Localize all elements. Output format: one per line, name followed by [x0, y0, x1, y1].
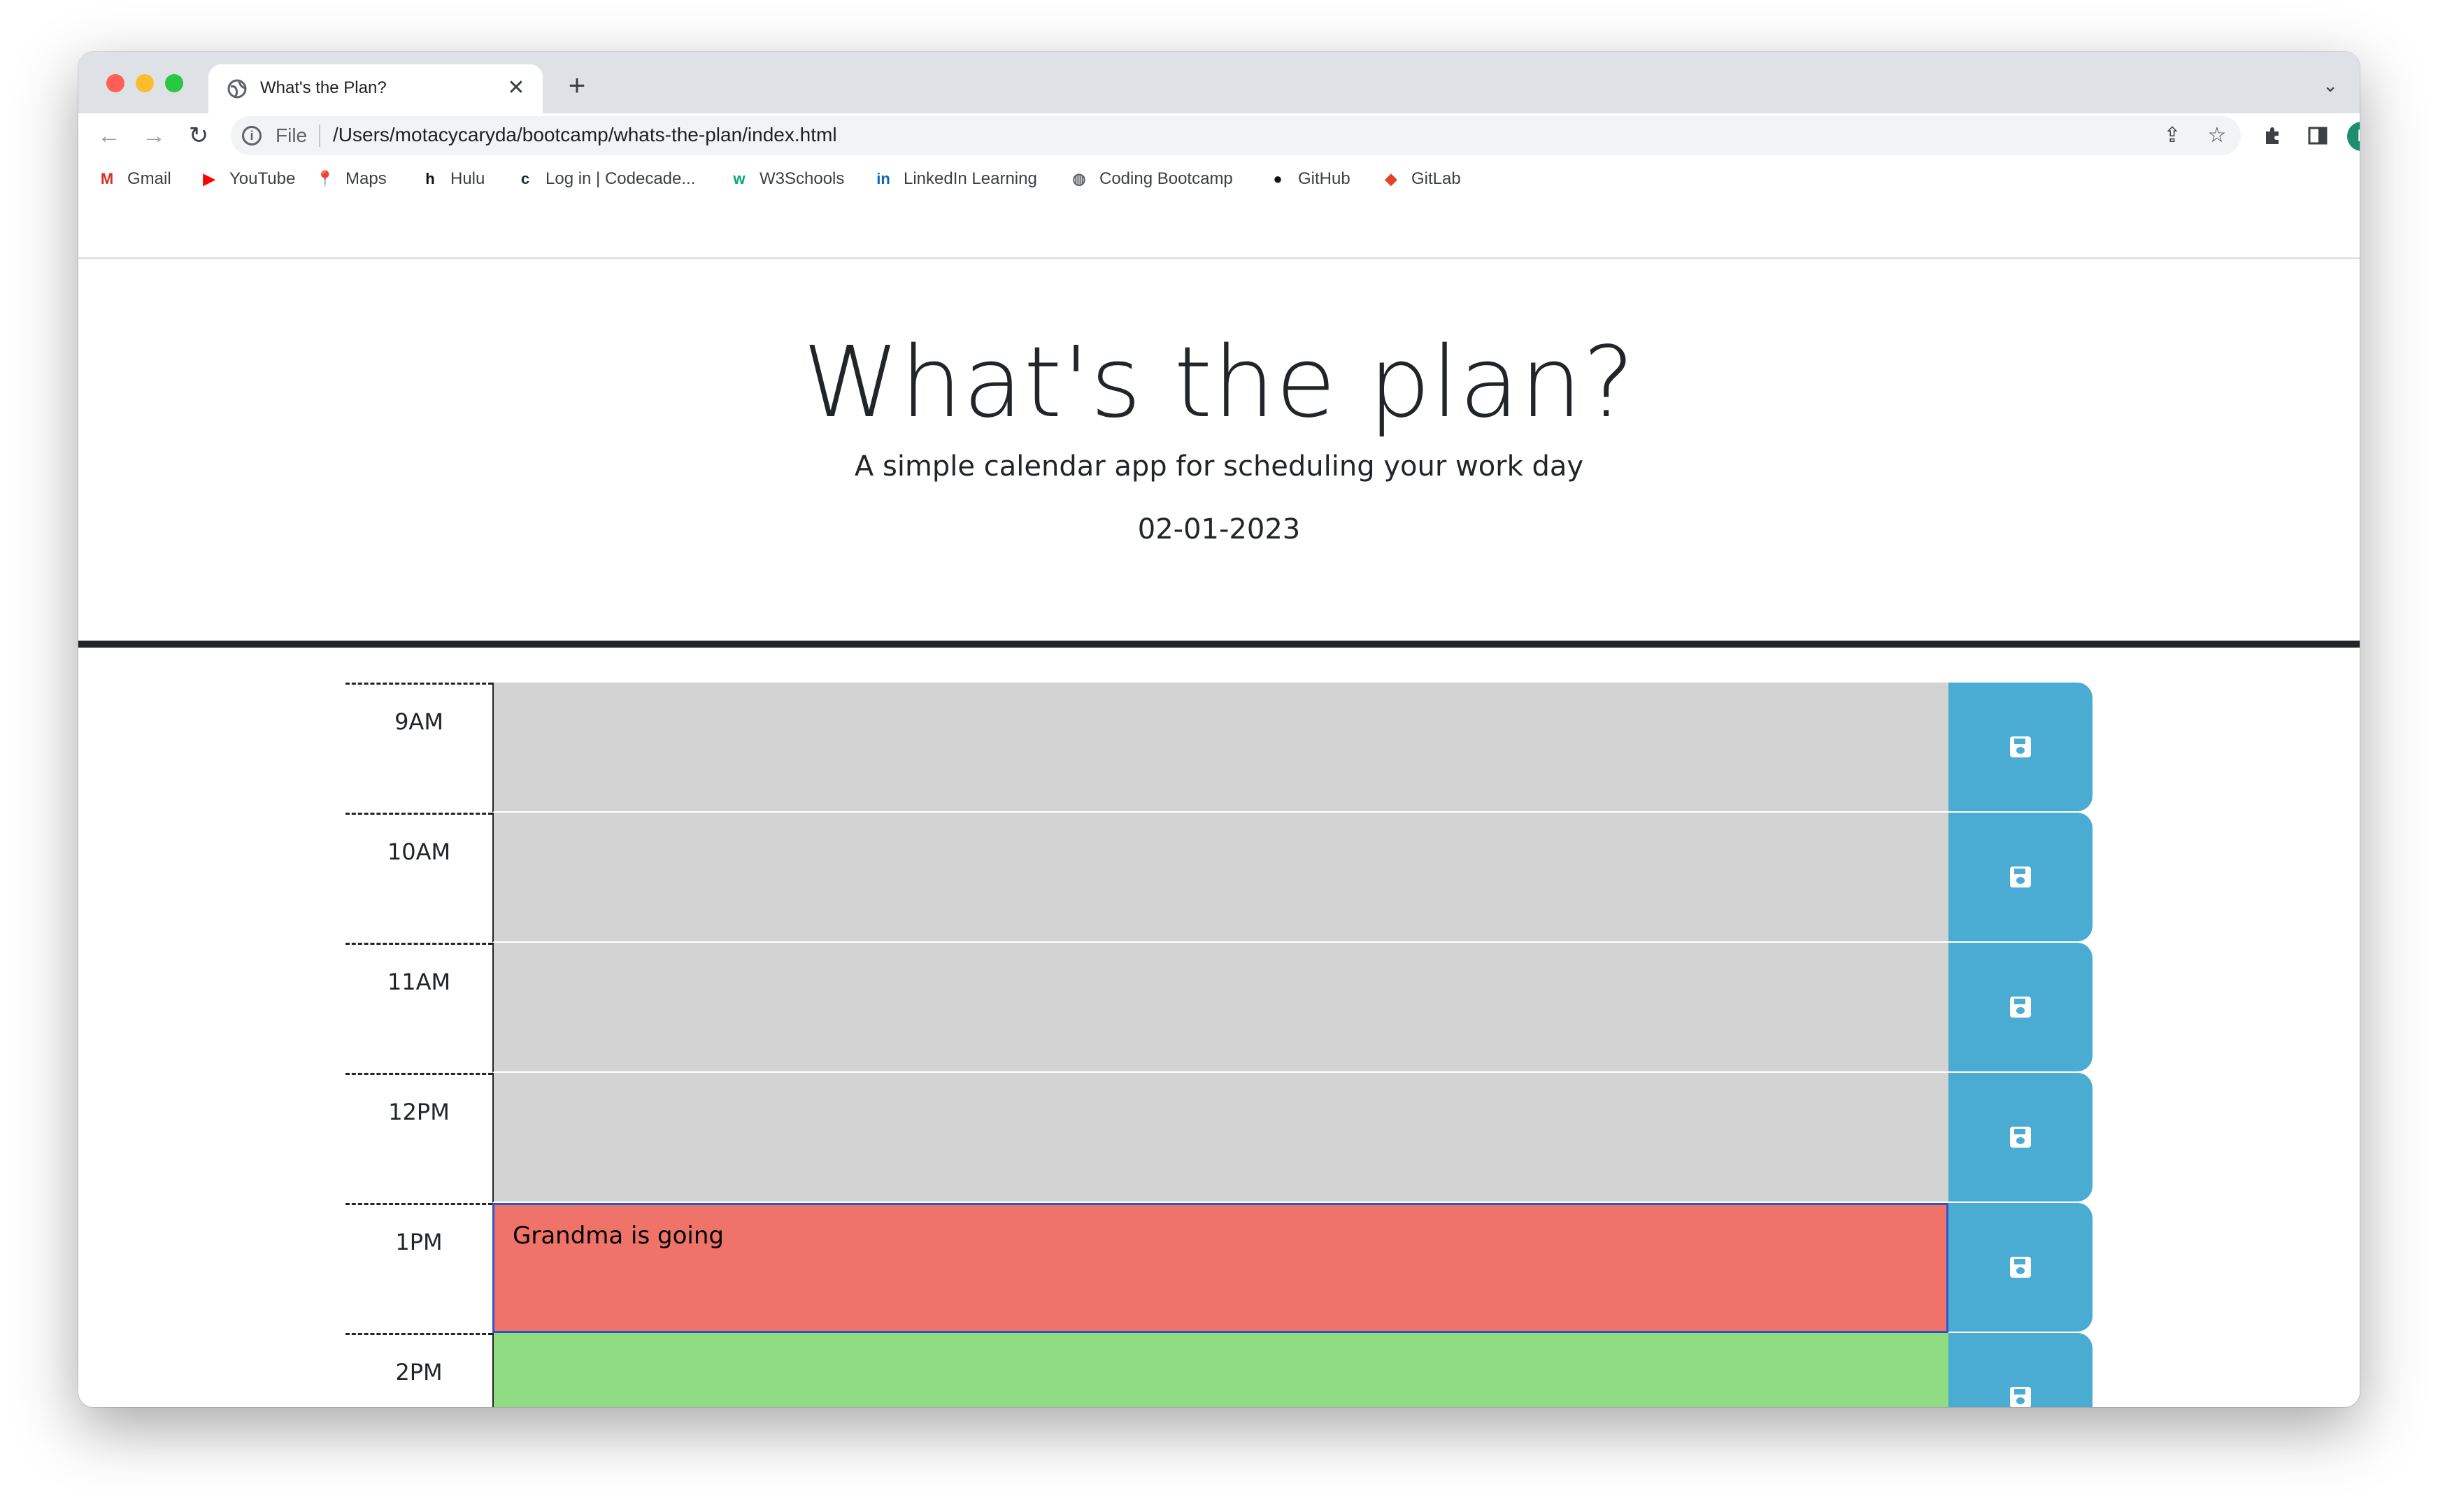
- browser-toolbar: ← → ↻ i File /Users/motacycaryda/bootcam…: [78, 113, 2360, 158]
- bookmark-item[interactable]: M Gmail: [97, 165, 171, 193]
- save-button[interactable]: [1948, 1333, 2093, 1407]
- tab-search-icon[interactable]: ⌄: [2316, 71, 2344, 99]
- bookmark-item[interactable]: in LinkedIn Learning: [873, 165, 1037, 193]
- save-icon: [2010, 1127, 2031, 1148]
- extensions-icon[interactable]: [2258, 120, 2288, 151]
- bookmark-label: Hulu: [450, 169, 485, 188]
- save-icon: [2010, 736, 2031, 757]
- side-panel-icon[interactable]: [2302, 120, 2333, 151]
- save-button[interactable]: [1948, 1073, 2093, 1201]
- bookmark-item[interactable]: ▶ YouTube: [199, 165, 296, 193]
- codecademy-icon: c: [520, 170, 530, 187]
- time-block: 1PM Grandma is going: [345, 1203, 2169, 1333]
- bookmark-item[interactable]: 📍 Maps: [315, 165, 387, 193]
- time-block: 10AM: [345, 813, 2169, 943]
- gitlab-icon: ◆: [1385, 170, 1397, 187]
- save-icon: [2010, 1257, 2031, 1278]
- event-description-input[interactable]: [492, 813, 1948, 943]
- reload-icon[interactable]: ↻: [182, 119, 215, 152]
- event-description-input[interactable]: Grandma is going: [492, 1203, 1948, 1333]
- event-description-input[interactable]: [492, 683, 1948, 813]
- bookmark-item[interactable]: ● GitHub: [1267, 165, 1350, 193]
- browser-window: What's the Plan? ✕ + ⌄ ← → ↻ i File /Use…: [78, 52, 2360, 1407]
- event-description-input[interactable]: [492, 1333, 1948, 1407]
- hulu-icon: h: [425, 170, 435, 187]
- event-description-input[interactable]: [492, 943, 1948, 1073]
- hour-label: 10AM: [345, 813, 492, 943]
- time-block: 2PM: [345, 1333, 2169, 1407]
- new-tab-button[interactable]: +: [561, 70, 593, 102]
- page-header: What's the plan? A simple calendar app f…: [78, 259, 2360, 643]
- bookmark-label: Maps: [345, 169, 387, 188]
- linkedin-icon: in: [876, 170, 890, 187]
- back-icon[interactable]: ←: [92, 119, 126, 152]
- url-scheme: File: [276, 124, 308, 146]
- hour-label: 9AM: [345, 683, 492, 813]
- active-tab[interactable]: What's the Plan? ✕: [208, 64, 543, 113]
- time-block-list: 9AM 10AM 11AM 12PM 1PM Grandma is going 2PM: [345, 683, 2169, 1407]
- bookmark-label: GitLab: [1411, 169, 1461, 188]
- url-text[interactable]: /Users/motacycaryda/bootcamp/whats-the-p…: [333, 124, 837, 146]
- w3schools-icon: w: [733, 170, 746, 187]
- bookmark-label: Log in | Codecade...: [546, 169, 696, 188]
- header-divider: [78, 641, 2360, 648]
- save-button[interactable]: [1948, 943, 2093, 1071]
- gmail-icon: M: [100, 170, 114, 187]
- site-info-icon[interactable]: i: [242, 126, 262, 145]
- event-description-input[interactable]: [492, 1073, 1948, 1203]
- close-tab-icon[interactable]: ✕: [502, 74, 530, 102]
- minimize-window-button[interactable]: [136, 74, 154, 92]
- profile-avatar[interactable]: L: [2347, 122, 2360, 151]
- time-block: 9AM: [345, 683, 2169, 813]
- hour-label: 11AM: [345, 943, 492, 1073]
- bookmark-item[interactable]: ◍ Coding Bootcamp: [1069, 165, 1233, 193]
- tab-title: What's the Plan?: [260, 78, 387, 97]
- current-date: 02-01-2023: [1137, 513, 1301, 545]
- save-button[interactable]: [1948, 683, 2093, 811]
- time-block: 11AM: [345, 943, 2169, 1073]
- hour-label: 2PM: [345, 1333, 492, 1407]
- maximize-window-button[interactable]: [165, 74, 183, 92]
- bookmark-label: Gmail: [127, 169, 171, 188]
- page-title: What's the plan?: [802, 326, 1636, 440]
- globe-icon: [227, 79, 247, 99]
- hour-label: 1PM: [345, 1203, 492, 1333]
- bookmark-item[interactable]: ◆ GitLab: [1381, 165, 1461, 193]
- save-icon: [2010, 997, 2031, 1018]
- save-button[interactable]: [1948, 1203, 2093, 1332]
- bookmark-label: W3Schools: [760, 169, 845, 188]
- forward-icon[interactable]: →: [137, 119, 171, 152]
- bookmark-item[interactable]: w W3Schools: [729, 165, 844, 193]
- save-icon: [2010, 866, 2031, 887]
- bookmark-star-icon[interactable]: ☆: [2203, 122, 2231, 150]
- tab-strip: What's the Plan? ✕ + ⌄: [78, 52, 2360, 113]
- bookmark-label: GitHub: [1298, 169, 1350, 188]
- bookmark-label: Coding Bootcamp: [1099, 169, 1233, 188]
- bookmark-label: LinkedIn Learning: [904, 169, 1037, 188]
- page-content: What's the plan? A simple calendar app f…: [78, 259, 2360, 1407]
- url-separator: [319, 124, 320, 147]
- save-button[interactable]: [1948, 813, 2093, 941]
- bookmark-item[interactable]: h Hulu: [420, 165, 485, 193]
- close-window-button[interactable]: [106, 74, 124, 92]
- bookmark-label: YouTube: [229, 169, 296, 188]
- share-icon[interactable]: ⇪: [2158, 122, 2186, 150]
- maps-icon: 📍: [315, 170, 335, 187]
- github-icon: ●: [1273, 170, 1283, 187]
- youtube-icon: ▶: [203, 170, 215, 187]
- globe-icon: ◍: [1072, 170, 1086, 187]
- save-icon: [2010, 1387, 2031, 1407]
- address-bar[interactable]: i File /Users/motacycaryda/bootcamp/what…: [231, 116, 2241, 155]
- bookmarks-bar: M Gmail ▶ YouTube 📍 Maps h Hulu c Log in | Codeca…: [78, 158, 2360, 259]
- hour-label: 12PM: [345, 1073, 492, 1203]
- page-lead: A simple calendar app for scheduling you…: [854, 450, 1584, 483]
- time-block: 12PM: [345, 1073, 2169, 1203]
- bookmark-item[interactable]: c Log in | Codecade...: [515, 165, 696, 193]
